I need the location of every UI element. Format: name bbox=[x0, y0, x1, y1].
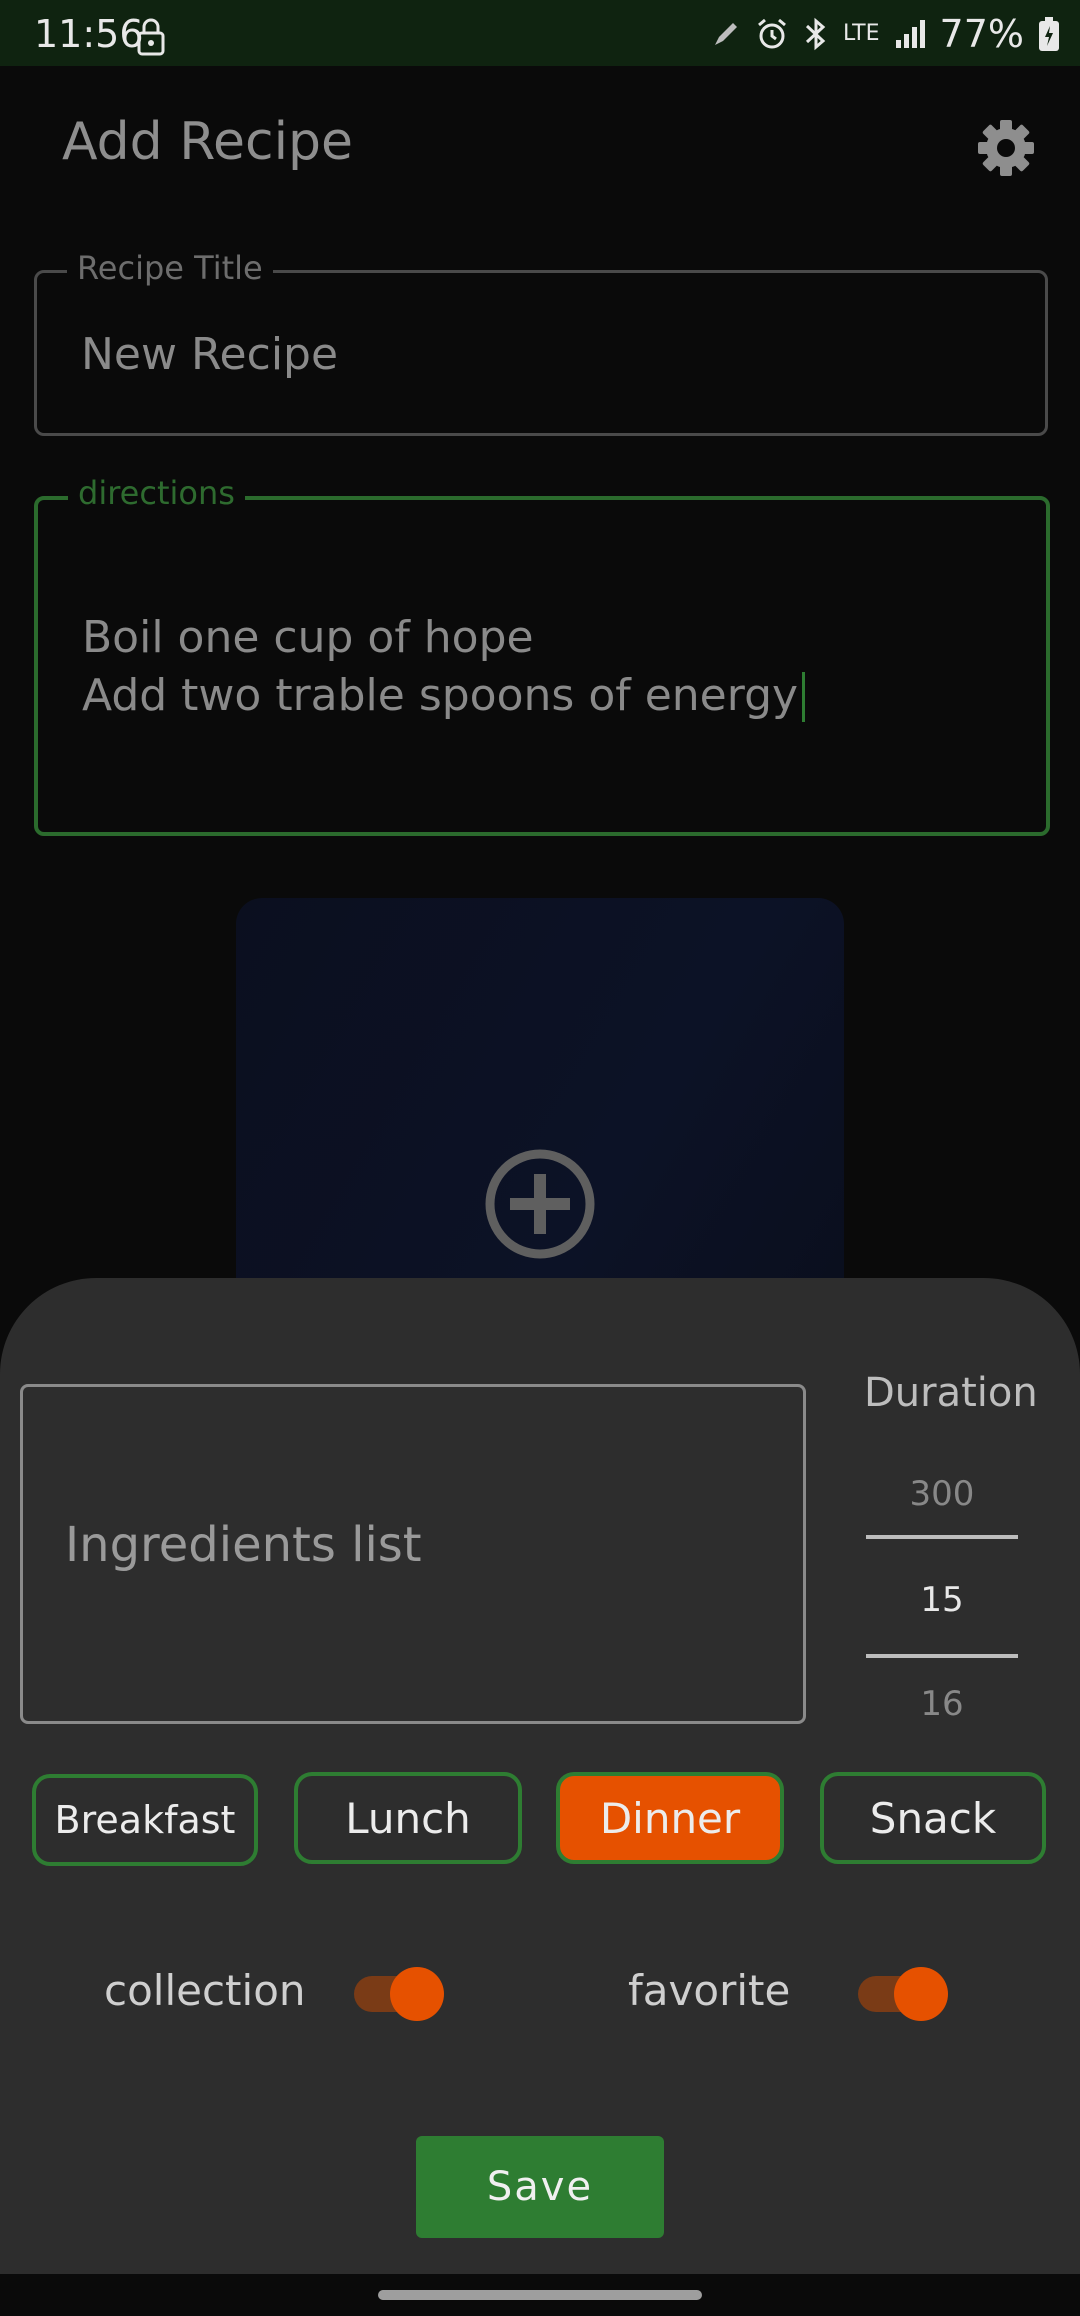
alarm-icon bbox=[757, 18, 786, 49]
status-icons: LTE 77% bbox=[711, 12, 1060, 56]
lte-icon: LTE bbox=[842, 21, 880, 46]
favorite-label: favorite bbox=[628, 1966, 791, 2015]
collection-toggle-thumb[interactable] bbox=[390, 1967, 444, 2021]
status-time: 11:56 bbox=[34, 12, 144, 56]
ingredients-placeholder: Ingredients list bbox=[65, 1517, 422, 1573]
bluetooth-icon bbox=[805, 17, 826, 51]
gear-icon[interactable] bbox=[976, 118, 1036, 178]
meal-button-snack[interactable]: Snack bbox=[820, 1772, 1046, 1864]
signal-icon bbox=[895, 20, 925, 48]
duration-option-prev[interactable]: 300 bbox=[866, 1474, 1018, 1514]
directions-field[interactable]: directions Boil one cup of hope Add two … bbox=[34, 474, 1050, 836]
add-circle-icon[interactable] bbox=[484, 1148, 596, 1260]
lock-icon bbox=[137, 18, 165, 56]
duration-divider-top bbox=[866, 1535, 1018, 1539]
meal-button-breakfast[interactable]: Breakfast bbox=[32, 1774, 258, 1866]
meal-button-lunch[interactable]: Lunch bbox=[294, 1772, 522, 1864]
ingredients-input[interactable]: Ingredients list bbox=[20, 1384, 806, 1724]
recipe-title-value: New Recipe bbox=[81, 329, 339, 380]
duration-option-next[interactable]: 16 bbox=[866, 1684, 1018, 1724]
home-indicator[interactable] bbox=[378, 2290, 702, 2300]
battery-icon bbox=[1039, 17, 1059, 51]
battery-percent: 77% bbox=[939, 12, 1024, 56]
recipe-title-field[interactable]: Recipe Title New Recipe bbox=[34, 249, 1048, 436]
duration-divider-bottom bbox=[866, 1654, 1018, 1658]
collection-label: collection bbox=[104, 1966, 306, 2015]
directions-line-2: Add two trable spoons of energy bbox=[82, 670, 799, 721]
directions-label: directions bbox=[68, 474, 245, 512]
edit-icon bbox=[714, 23, 737, 45]
text-cursor bbox=[802, 672, 805, 722]
meal-button-dinner[interactable]: Dinner bbox=[556, 1772, 784, 1864]
directions-line-1: Boil one cup of hope bbox=[82, 612, 534, 663]
favorite-toggle-thumb[interactable] bbox=[894, 1967, 948, 2021]
duration-option-selected[interactable]: 15 bbox=[866, 1580, 1018, 1620]
duration-label: Duration bbox=[864, 1370, 1038, 1416]
page-title: Add Recipe bbox=[62, 112, 354, 172]
recipe-title-label: Recipe Title bbox=[67, 249, 273, 287]
save-button[interactable]: Save bbox=[416, 2136, 664, 2238]
